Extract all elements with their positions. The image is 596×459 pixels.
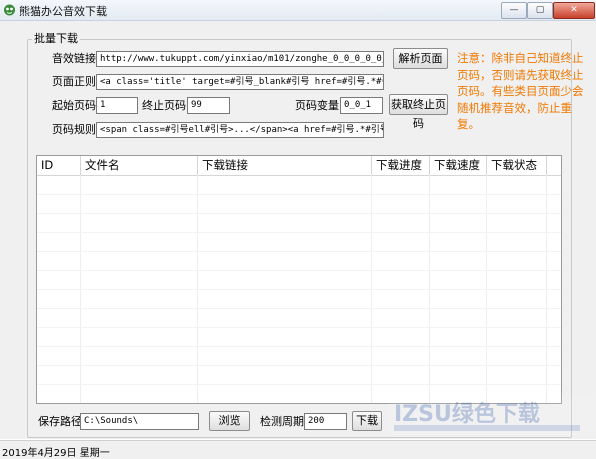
table-header: ID 文件名 下载链接 下载进度 下载速度 下载状态	[37, 156, 561, 176]
browse-button[interactable]: 浏览	[209, 411, 250, 431]
page-var-input[interactable]: 0_0_1	[340, 97, 383, 114]
regex-input[interactable]: <a class='title' target=#引号_blank#引号 hre…	[96, 74, 384, 90]
status-bar: 2019年4月29日 星期一	[0, 440, 596, 459]
app-icon	[4, 4, 15, 16]
download-button[interactable]: 下载	[352, 411, 382, 431]
group-legend: 批量下载	[32, 31, 80, 47]
download-table[interactable]: ID 文件名 下载链接 下载进度 下载速度 下载状态	[36, 155, 562, 404]
maximize-button[interactable]: ▢	[527, 2, 553, 19]
watermark-logo: IZSU绿色下载	[388, 395, 594, 435]
parse-page-button[interactable]: 解析页面	[393, 48, 448, 69]
window-title: 熊猫办公音效下载	[19, 5, 107, 18]
get-end-page-button[interactable]: 获取终止页码	[389, 94, 448, 130]
minimize-button[interactable]: —	[501, 2, 527, 19]
row-divider	[37, 365, 561, 366]
column-progress[interactable]: 下载进度	[372, 156, 430, 175]
row-divider	[37, 289, 561, 290]
page-rule-input[interactable]: <span class=#引号ell#引号>...</span><a href=…	[96, 122, 384, 138]
column-speed[interactable]: 下载速度	[430, 156, 487, 175]
title-bar: 熊猫办公音效下载 — ▢ ✕	[0, 0, 596, 21]
row-divider	[37, 308, 561, 309]
end-page-input[interactable]: 99	[187, 97, 230, 114]
row-divider	[37, 346, 561, 347]
column-filename[interactable]: 文件名	[81, 156, 198, 175]
status-date: 2019年4月29日 星期一	[2, 448, 110, 459]
row-divider	[37, 232, 561, 233]
row-divider	[37, 194, 561, 195]
note-text: 注意：除非自己知道终止页码，否则请先获取终止页码。有些类目页面少会随机推荐音效，…	[457, 51, 584, 131]
interval-input[interactable]: 200	[304, 413, 347, 430]
row-divider	[37, 327, 561, 328]
main-panel: 批量下载 音效链接： http://www.tukuppt.com/yinxia…	[0, 21, 596, 439]
save-path-input[interactable]: C:\Sounds\	[80, 413, 199, 430]
url-input[interactable]: http://www.tukuppt.com/yinxiao/m101/zong…	[96, 51, 384, 67]
column-download-link[interactable]: 下载链接	[198, 156, 372, 175]
row-divider	[37, 384, 561, 385]
start-page-input[interactable]: 1	[96, 97, 138, 114]
row-divider	[37, 270, 561, 271]
close-button[interactable]: ✕	[553, 2, 595, 19]
column-id[interactable]: ID	[37, 156, 81, 175]
svg-text:IZSU绿色下载: IZSU绿色下载	[394, 401, 540, 427]
row-divider	[37, 213, 561, 214]
row-divider	[37, 251, 561, 252]
column-status[interactable]: 下载状态	[487, 156, 547, 175]
